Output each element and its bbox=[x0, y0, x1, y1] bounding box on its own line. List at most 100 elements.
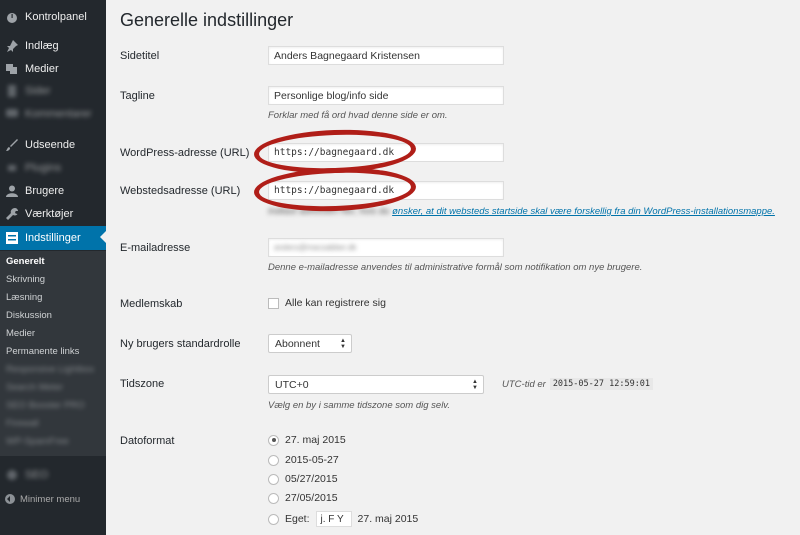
default-role-label: Ny brugers standardrolle bbox=[120, 338, 241, 350]
menu-item-label: Indlæg bbox=[25, 40, 59, 52]
utc-time-value: 2015-05-27 12:59:01 bbox=[549, 378, 654, 390]
timezone-value: UTC+0 bbox=[275, 378, 309, 391]
submenu-item-plugin[interactable]: Firewall bbox=[6, 418, 39, 429]
dashboard-icon bbox=[4, 9, 20, 25]
menu-item-posts[interactable]: Indlæg bbox=[0, 35, 106, 57]
date-format-option-label: 27/05/2015 bbox=[285, 492, 338, 504]
menu-item-tools[interactable]: Værktøjer bbox=[0, 203, 106, 225]
seo-icon bbox=[4, 467, 20, 483]
select-arrows-icon: ▲ ▼ bbox=[472, 379, 478, 391]
menu-item-label: Kontrolpanel bbox=[25, 11, 87, 23]
menu-item-pages[interactable]: Sider bbox=[0, 80, 106, 102]
date-format-radio[interactable] bbox=[268, 473, 279, 485]
collapse-icon bbox=[5, 494, 15, 504]
site-url-description: Indtast adressen her, hvis du ønsker, at… bbox=[268, 206, 775, 217]
membership-option: Alle kan registrere sig bbox=[268, 297, 386, 309]
membership-label: Medlemskab bbox=[120, 298, 183, 310]
user-icon bbox=[4, 183, 20, 199]
date-format-option[interactable]: 05/27/2015 bbox=[268, 473, 338, 485]
menu-item-label: Plugins bbox=[25, 162, 62, 174]
brush-icon bbox=[4, 137, 20, 153]
submenu-item-general[interactable]: Generelt bbox=[6, 256, 45, 267]
membership-checkbox-label: Alle kan registrere sig bbox=[285, 297, 386, 309]
tagline-description: Forklar med få ord hvad denne side er om… bbox=[268, 110, 448, 121]
date-format-custom-preview: 27. maj 2015 bbox=[357, 513, 419, 525]
settings-page: Generelle indstillinger Sidetitel Anders… bbox=[106, 0, 800, 535]
collapse-menu-button[interactable]: Minimer menu bbox=[0, 490, 106, 508]
date-format-option[interactable]: 27/05/2015 bbox=[268, 492, 338, 504]
membership-checkbox[interactable] bbox=[268, 297, 279, 309]
email-input[interactable]: anders@macsabber.dk bbox=[268, 238, 504, 257]
date-format-custom-input[interactable]: j. F Y bbox=[315, 511, 352, 527]
submenu-item-plugin[interactable]: Search Meter bbox=[6, 382, 63, 393]
timezone-label: Tidszone bbox=[120, 378, 165, 390]
submenu-item-plugin[interactable]: Responsive Lightbox bbox=[6, 364, 94, 375]
page-title: Generelle indstillinger bbox=[120, 10, 294, 30]
plugin-icon bbox=[4, 160, 20, 176]
site-url-input[interactable]: https://bagnegaard.dk bbox=[268, 181, 504, 200]
site-title-input[interactable]: Anders Bagnegaard Kristensen bbox=[268, 46, 504, 65]
submenu-item-discussion[interactable]: Diskussion bbox=[6, 310, 52, 321]
menu-item-media[interactable]: Medier bbox=[0, 58, 106, 80]
comment-icon bbox=[4, 106, 20, 122]
date-format-option-label: 27. maj 2015 bbox=[285, 434, 346, 446]
utc-time: UTC-tid er 2015-05-27 12:59:01 bbox=[502, 378, 654, 390]
date-format-label: Datoformat bbox=[120, 435, 175, 447]
site-url-label: Webstedsadresse (URL) bbox=[120, 185, 241, 197]
email-label: E-mailadresse bbox=[120, 242, 191, 254]
menu-item-plugins[interactable]: Plugins bbox=[0, 157, 106, 179]
tagline-label: Tagline bbox=[120, 90, 155, 102]
utc-time-label: UTC-tid er bbox=[502, 378, 546, 390]
menu-item-label: SEO bbox=[25, 469, 49, 481]
admin-sidebar: Kontrolpanel Indlæg Medier Sider Komment… bbox=[0, 0, 106, 535]
menu-item-settings[interactable]: Indstillinger bbox=[0, 226, 106, 250]
date-format-radio[interactable] bbox=[268, 454, 279, 466]
menu-item-users[interactable]: Brugere bbox=[0, 180, 106, 202]
select-arrows-icon: ▲ ▼ bbox=[340, 338, 346, 350]
timezone-description: Vælg en by i samme tidszone som dig selv… bbox=[268, 400, 450, 411]
media-icon bbox=[4, 61, 20, 77]
submenu-item-media[interactable]: Medier bbox=[6, 328, 35, 339]
timezone-select[interactable]: UTC+0 ▲ ▼ bbox=[268, 375, 484, 394]
wp-url-input[interactable]: https://bagnegaard.dk bbox=[268, 143, 504, 162]
date-format-radio[interactable] bbox=[268, 434, 279, 446]
settings-icon bbox=[4, 230, 20, 246]
menu-item-label: Sider bbox=[25, 85, 51, 97]
menu-item-seo[interactable]: SEO bbox=[0, 464, 106, 486]
date-format-custom-label: Eget: bbox=[285, 513, 310, 525]
date-format-radio[interactable] bbox=[268, 513, 279, 525]
date-format-option[interactable]: 2015-05-27 bbox=[268, 454, 339, 466]
site-url-description-prefix: Indtast adressen her, hvis du bbox=[268, 206, 393, 217]
menu-item-label: Værktøjer bbox=[25, 208, 74, 220]
default-role-select[interactable]: Abonnent ▲ ▼ bbox=[268, 334, 352, 353]
email-value: anders@macsabber.dk bbox=[274, 243, 357, 252]
menu-item-label: Brugere bbox=[25, 185, 65, 197]
pin-icon bbox=[4, 38, 20, 54]
date-format-option-label: 05/27/2015 bbox=[285, 473, 338, 485]
submenu-item-writing[interactable]: Skrivning bbox=[6, 274, 45, 285]
menu-item-label: Indstillinger bbox=[25, 232, 81, 244]
date-format-custom-option[interactable]: Eget: j. F Y 27. maj 2015 bbox=[268, 511, 418, 527]
tagline-input[interactable]: Personlige blog/info side bbox=[268, 86, 504, 105]
submenu-item-plugin[interactable]: WP-SpamFree bbox=[6, 436, 69, 447]
date-format-option-label: 2015-05-27 bbox=[285, 454, 339, 466]
date-format-radio[interactable] bbox=[268, 492, 279, 504]
menu-item-label: Medier bbox=[25, 63, 59, 75]
date-format-option[interactable]: 27. maj 2015 bbox=[268, 434, 346, 446]
menu-item-label: Udseende bbox=[25, 139, 76, 151]
email-description: Denne e-mailadresse anvendes til adminis… bbox=[268, 262, 643, 273]
site-title-label: Sidetitel bbox=[120, 50, 160, 62]
menu-item-comments[interactable]: Kommentarer bbox=[0, 103, 106, 125]
menu-item-appearance[interactable]: Udseende bbox=[0, 134, 106, 156]
submenu-item-permalinks[interactable]: Permanente links bbox=[6, 346, 79, 357]
default-role-value: Abonnent bbox=[275, 337, 320, 350]
wp-url-label: WordPress-adresse (URL) bbox=[120, 147, 250, 159]
menu-item-dashboard[interactable]: Kontrolpanel bbox=[0, 6, 106, 28]
wrench-icon bbox=[4, 206, 20, 222]
submenu-item-plugin[interactable]: SEO Booster PRO bbox=[6, 400, 85, 411]
settings-submenu: Generelt Skrivning Læsning Diskussion Me… bbox=[0, 251, 106, 456]
submenu-item-reading[interactable]: Læsning bbox=[6, 292, 42, 303]
site-url-help-link[interactable]: ønsker, at dit websteds startside skal v… bbox=[392, 206, 775, 217]
page-icon bbox=[4, 83, 20, 99]
collapse-menu-label: Minimer menu bbox=[20, 493, 81, 505]
